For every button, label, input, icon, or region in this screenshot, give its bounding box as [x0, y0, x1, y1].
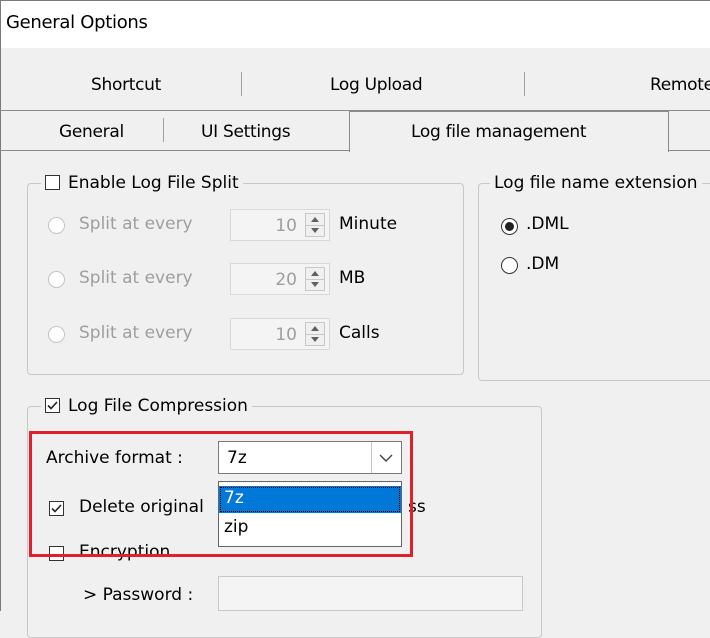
- split-mb-spinner[interactable]: 20: [230, 263, 330, 295]
- tab-baseline-left: [0, 150, 349, 151]
- split-calls-label: Split at every: [79, 323, 193, 343]
- split-minute-spinner[interactable]: 10: [230, 209, 330, 241]
- tab-baseline-right: [668, 150, 710, 151]
- tab-separator: [163, 118, 164, 142]
- enable-split-checkbox[interactable]: [45, 175, 60, 190]
- split-minute-label: Split at every: [79, 214, 193, 234]
- compression-checkbox[interactable]: [45, 398, 60, 413]
- radio-selected-dot: [505, 222, 514, 231]
- tab-shortcut[interactable]: Shortcut: [91, 75, 161, 95]
- extension-dml-label: .DML: [526, 214, 569, 234]
- split-mb-label: Split at every: [79, 268, 193, 288]
- tab-separator: [241, 72, 242, 96]
- tab-remote[interactable]: Remote: [650, 75, 710, 95]
- window-border-left: [0, 0, 1, 611]
- tab-ui-settings[interactable]: UI Settings: [201, 122, 291, 142]
- split-calls-radio[interactable]: [48, 326, 65, 343]
- spin-buttons[interactable]: [305, 213, 325, 237]
- split-minute-value: 10: [275, 216, 297, 236]
- password-label: > Password :: [83, 585, 194, 605]
- spin-buttons[interactable]: [305, 267, 325, 291]
- enable-split-label: Enable Log File Split: [68, 173, 239, 193]
- checkmark-icon: [47, 401, 58, 410]
- split-legend: Enable Log File Split: [41, 173, 243, 193]
- extension-legend: Log file name extension: [490, 173, 702, 193]
- extension-dm-radio[interactable]: [501, 257, 518, 274]
- spin-down-icon[interactable]: [311, 282, 319, 287]
- archive-format-dropdown-list[interactable]: 7z zip: [218, 481, 402, 547]
- spin-down-icon[interactable]: [311, 228, 319, 233]
- spin-buttons[interactable]: [305, 322, 325, 346]
- tab-log-upload[interactable]: Log Upload: [330, 75, 423, 95]
- extension-dml-radio[interactable]: [501, 218, 518, 235]
- tab-general[interactable]: General: [59, 122, 124, 142]
- spin-up-icon[interactable]: [311, 271, 319, 276]
- split-minute-unit: Minute: [339, 214, 398, 234]
- split-calls-unit: Calls: [339, 323, 380, 343]
- dropdown-option-7z[interactable]: 7z: [219, 486, 401, 513]
- spin-up-icon[interactable]: [311, 326, 319, 331]
- spin-up-icon[interactable]: [311, 217, 319, 222]
- compression-legend: Log File Compression: [41, 396, 252, 416]
- spin-down-icon[interactable]: [311, 337, 319, 342]
- window-border-top: [0, 0, 710, 1]
- split-calls-spinner[interactable]: 10: [230, 318, 330, 350]
- tab-separator: [524, 72, 525, 96]
- split-minute-radio[interactable]: [48, 217, 65, 234]
- dropdown-option-zip[interactable]: zip: [219, 515, 401, 542]
- extension-dm-label: .DM: [526, 254, 560, 274]
- split-calls-value: 10: [275, 325, 297, 345]
- split-mb-unit: MB: [339, 268, 366, 288]
- extension-groupbox: [478, 183, 710, 381]
- split-mb-value: 20: [275, 270, 297, 290]
- window-title: General Options: [6, 12, 148, 33]
- tab-log-file-management[interactable]: Log file management: [411, 122, 587, 142]
- password-input[interactable]: [218, 576, 523, 611]
- compression-label: Log File Compression: [68, 396, 248, 416]
- split-mb-radio[interactable]: [48, 271, 65, 288]
- window-title-bar: General Options: [0, 0, 710, 48]
